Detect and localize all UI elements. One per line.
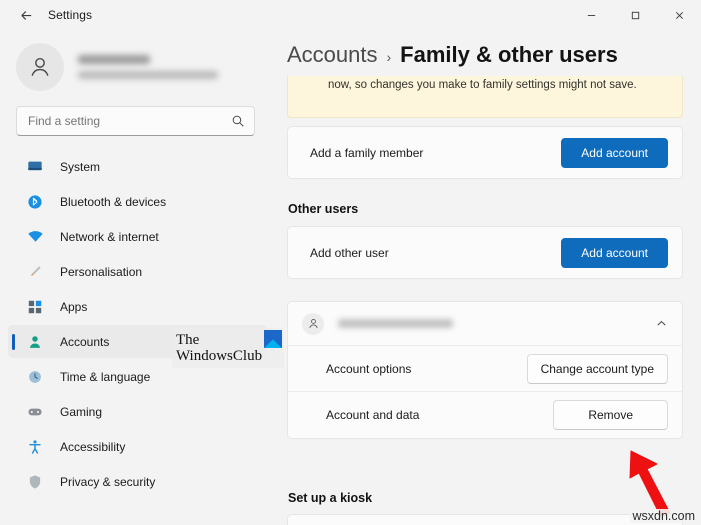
windowsclub-watermark: The WindowsClub [172,328,284,368]
bluetooth-icon [26,193,44,211]
add-other-user-card: Add other user Add account [287,226,683,279]
sidebar-item-label: Privacy & security [60,475,155,489]
account-and-data-row: Account and data Remove [288,392,682,438]
family-warning-banner: now, so changes you make to family setti… [287,76,683,118]
sidebar-item-bluetooth-devices[interactable]: Bluetooth & devices [8,185,267,218]
sidebar-item-label: Accounts [60,335,109,349]
sidebar-item-privacy-security[interactable]: Privacy & security [8,465,267,498]
paintbrush-icon [26,263,44,281]
sidebar-item-accessibility[interactable]: Accessibility [8,430,267,463]
table-row: Add other user Add account [288,227,682,278]
chevron-right-icon: › [387,49,392,65]
main-content: Accounts › Family & other users now, so … [277,30,701,525]
sidebar-item-label: Bluetooth & devices [60,195,166,209]
back-button[interactable] [10,1,42,29]
add-other-user-label: Add other user [310,246,389,260]
title-bar: Settings [0,0,701,30]
monitor-icon [26,158,44,176]
user-account-card: Account options Change account type Acco… [287,301,683,439]
sidebar-item-system[interactable]: System [8,150,267,183]
account-person-icon [26,333,44,351]
account-and-data-label: Account and data [326,408,419,422]
sidebar-item-personalisation[interactable]: Personalisation [8,255,267,288]
user-name-redacted [338,319,453,328]
search-box[interactable] [16,106,255,136]
search-container [0,92,277,136]
sidebar-item-label: Network & internet [60,230,159,244]
avatar [302,313,324,335]
search-input[interactable] [17,114,207,128]
page-title: Family & other users [400,42,618,68]
apps-icon [26,298,44,316]
family-warning-text: now, so changes you make to family setti… [288,76,682,93]
minimize-button[interactable] [569,0,613,30]
sidebar-item-label: Accessibility [60,440,125,454]
watermark-line-1: The [172,332,262,348]
table-row: Add a family member Add account [288,127,682,178]
window-caption-buttons [569,0,701,30]
maximize-button[interactable] [613,0,657,30]
wifi-icon [26,228,44,246]
watermark-line-2: WindowsClub [172,348,262,364]
avatar [16,43,64,91]
profile-email-redacted [78,71,218,79]
user-profile[interactable] [0,30,277,92]
profile-text [78,55,218,79]
site-watermark: wsxdn.com [630,509,697,523]
add-other-user-account-button[interactable]: Add account [561,238,668,268]
sidebar-item-label: Gaming [60,405,102,419]
sidebar-item-label: Personalisation [60,265,142,279]
remove-account-button[interactable]: Remove [553,400,668,430]
other-users-section-title: Other users [288,202,358,216]
account-options-label: Account options [326,362,411,376]
shield-icon [26,473,44,491]
settings-scroll-area[interactable]: now, so changes you make to family setti… [277,76,701,525]
app-title: Settings [48,8,92,22]
sidebar-item-apps[interactable]: Apps [8,290,267,323]
kiosk-section-title: Set up a kiosk [288,491,372,505]
windowsclub-watermark-text: The WindowsClub [172,332,262,364]
breadcrumb: Accounts › Family & other users [277,30,701,76]
breadcrumb-parent[interactable]: Accounts [287,42,378,68]
account-options-row: Account options Change account type [288,346,682,392]
windowsclub-logo-icon [264,330,282,348]
accessibility-icon [26,438,44,456]
profile-name-redacted [78,55,150,64]
add-family-member-card: Add a family member Add account [287,126,683,179]
user-account-header[interactable] [288,302,682,346]
sidebar-item-network-internet[interactable]: Network & internet [8,220,267,253]
sidebar-item-gaming[interactable]: Gaming [8,395,267,428]
sidebar-item-label: Time & language [60,370,150,384]
person-avatar-icon [307,317,320,330]
chevron-up-icon[interactable] [655,317,668,330]
sidebar-item-label: Apps [60,300,87,314]
back-arrow-icon [19,8,34,23]
add-family-account-button[interactable]: Add account [561,138,668,168]
add-family-member-label: Add a family member [310,146,423,160]
person-avatar-icon [27,54,53,80]
kiosk-card[interactable] [287,514,683,525]
sidebar: System Bluetooth & devices Network [0,30,277,525]
change-account-type-button[interactable]: Change account type [527,354,668,384]
clock-icon [26,368,44,386]
sidebar-nav: System Bluetooth & devices Network [0,150,277,498]
gamepad-icon [26,403,44,421]
settings-window: Settings [0,0,701,525]
sidebar-item-label: System [60,160,100,174]
close-button[interactable] [657,0,701,30]
search-icon[interactable] [231,114,245,128]
